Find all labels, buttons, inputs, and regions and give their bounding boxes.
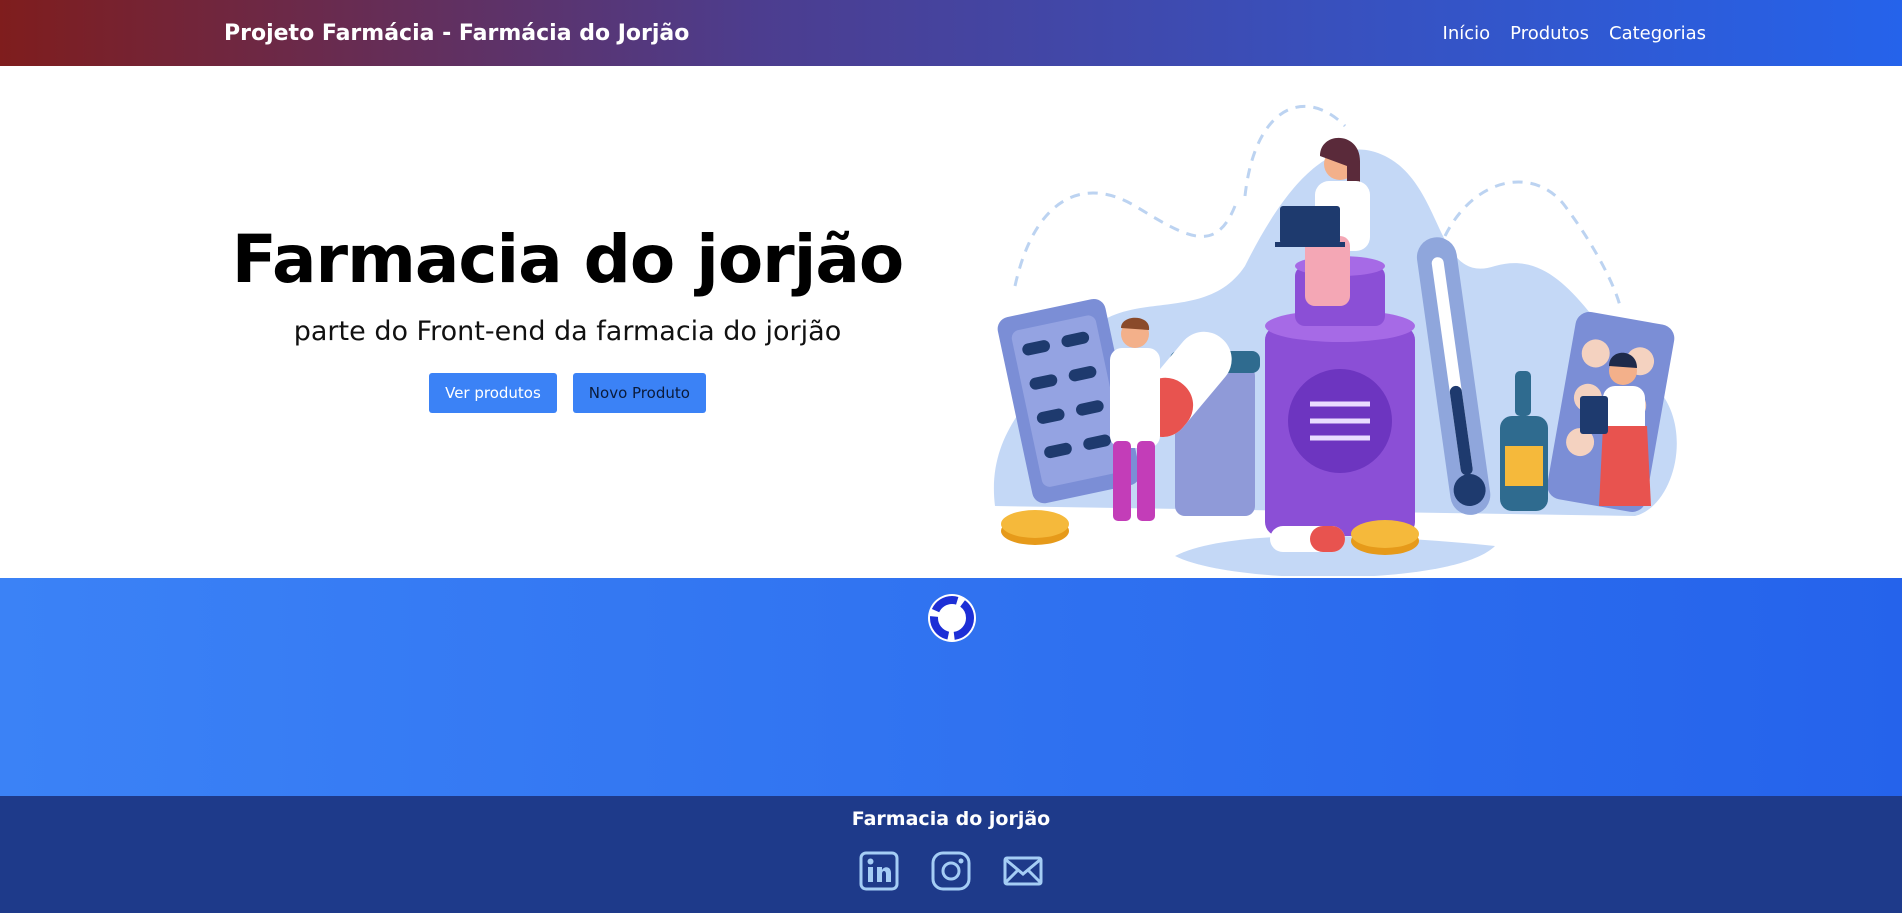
footer-icons <box>0 850 1902 892</box>
navbar: Projeto Farmácia - Farmácia do Jorjão In… <box>0 0 1902 66</box>
nav-link-produtos[interactable]: Produtos <box>1510 23 1589 44</box>
hero-section: Farmacia do jorjão parte do Front-end da… <box>0 66 1902 578</box>
instagram-icon[interactable] <box>930 850 972 892</box>
loading-spinner-icon <box>928 594 976 642</box>
nav-links: Início Produtos Categorias <box>1443 23 1706 44</box>
ver-produtos-button[interactable]: Ver produtos <box>429 373 557 413</box>
footer-title: Farmacia do jorjão <box>851 808 1051 830</box>
nav-link-inicio[interactable]: Início <box>1443 23 1491 44</box>
footer: Farmacia do jorjão <box>0 796 1902 913</box>
pharmacy-illustration <box>993 104 1677 576</box>
hero-subtitle: parte do Front-end da farmacia do jorjão <box>293 316 842 347</box>
nav-link-categorias[interactable]: Categorias <box>1609 23 1706 44</box>
hero-text: Farmacia do jorjão parte do Front-end da… <box>200 221 935 413</box>
loading-section <box>0 578 1902 796</box>
hero-title: Farmacia do jorjão <box>231 221 904 298</box>
brand-title[interactable]: Projeto Farmácia - Farmácia do Jorjão <box>224 21 689 46</box>
hero-buttons: Ver produtos Novo Produto <box>200 373 935 413</box>
mail-icon[interactable] <box>1002 850 1044 892</box>
linkedin-icon[interactable] <box>858 850 900 892</box>
novo-produto-button[interactable]: Novo Produto <box>572 373 706 413</box>
